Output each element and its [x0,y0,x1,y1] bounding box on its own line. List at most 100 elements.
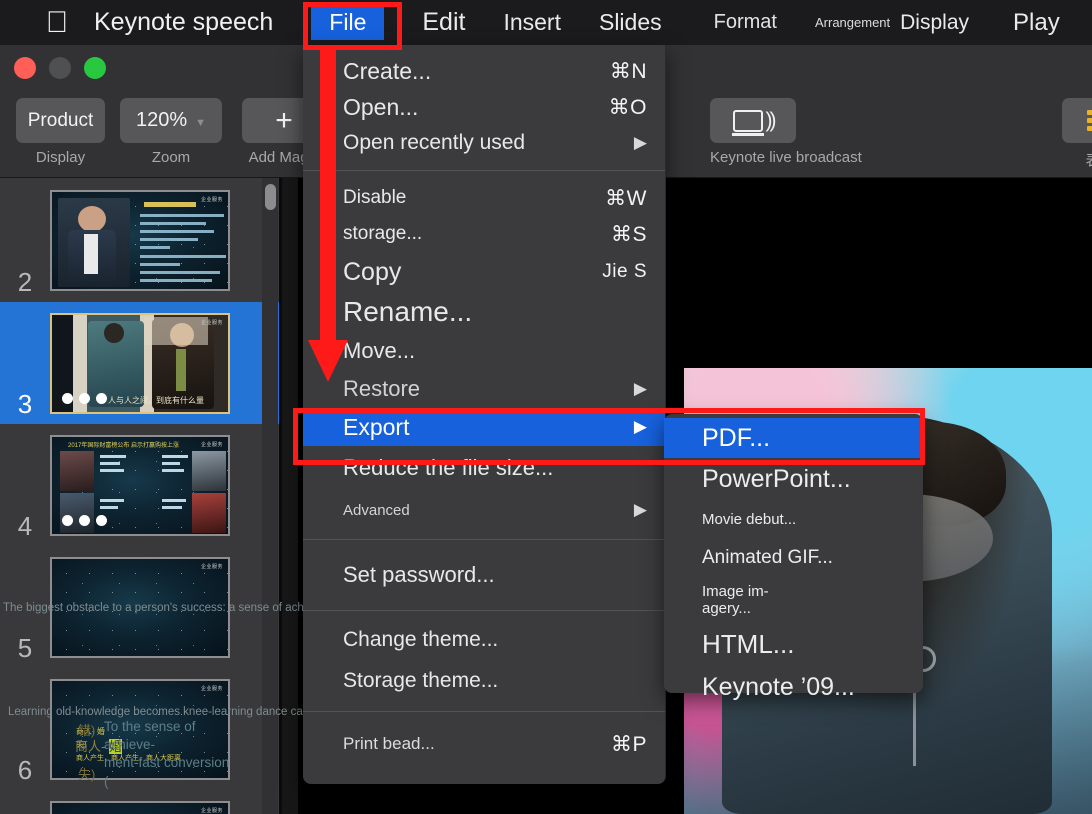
app-title: Keynote speech [94,8,273,37]
menu-bar:  Keynote speech File Edit Insert Slides… [0,0,1092,45]
menu-insert[interactable]: Insert [503,9,561,36]
apple-logo-icon[interactable]:  [34,8,80,38]
menu-display[interactable]: Display [900,11,969,35]
menu-item-label: Move... [343,338,647,364]
minimize-button[interactable] [49,57,71,79]
submenu-arrow-icon: ▶ [634,417,647,437]
menu-item-create[interactable]: Create... ⌘N [303,53,665,89]
menu-item-reduce-file-size[interactable]: Reduce the file size... [303,446,665,490]
toolbar-format-group: 表 [1062,98,1092,170]
slide-preview: 企业服务 [50,801,230,814]
menu-item-restore[interactable]: Restore ▶ [303,370,665,408]
menu-item-label: Copy [343,258,602,287]
menu-item-label: Disable [343,187,605,209]
menu-file[interactable]: File [311,5,384,40]
slide-number: 6 [0,755,50,790]
display-button[interactable]: Product [16,98,105,143]
broadcast-waves-icon: )) [766,109,774,133]
menu-item-label: storage... [343,223,611,245]
navigator-scrollbar[interactable] [262,178,278,814]
menu-item-print-bead[interactable]: Print bead... ⌘P [303,721,665,767]
menu-item-label: Set password... [343,562,647,588]
submenu-item-label: Keynote ’09... [702,673,855,702]
menu-item-label: Storage theme... [343,669,647,693]
slide-number: 4 [0,511,50,546]
menu-play[interactable]: Play [1013,9,1060,37]
menu-item-set-password[interactable]: Set password... [303,549,665,601]
menu-item-change-theme[interactable]: Change theme... [303,620,665,660]
slide-watermark: 企业服务 [201,441,223,448]
scrollbar-thumb[interactable] [265,184,276,210]
menu-item-rename[interactable]: Rename... [303,292,665,332]
slide-thumbnail-7[interactable]: 7 企业服务 [0,790,282,814]
menu-separator [303,711,665,712]
toolbar-broadcast-group: )) Keynote live broadcast [710,98,862,166]
format-panel-button[interactable] [1062,98,1092,143]
menu-item-shortcut: Jie S [602,261,647,283]
menu-item-shortcut: ⌘O [609,95,647,120]
menu-item-storage-theme[interactable]: Storage theme... [303,660,665,702]
slide-thumbnail-2[interactable]: 2 企业服务 [0,178,282,302]
menu-separator [303,610,665,611]
slide-watermark: 企业服务 [201,319,223,326]
menu-item-export[interactable]: Export ▶ [303,408,665,446]
slide-preview: 2017年国际财富榜公布 启示打赢购按上涨 企业服务 [50,435,230,536]
menu-item-shortcut: ⌘P [611,732,647,757]
slide-watermark: 企业服务 [201,807,223,814]
keynote-live-broadcast-button[interactable]: )) [710,98,796,143]
menu-item-label: Advanced [343,502,634,519]
slide-bullet-dots [62,393,107,404]
menu-item-shortcut: ⌘N [610,59,647,84]
submenu-item-keynote-09[interactable]: Keynote ’09... [664,666,923,708]
submenu-item-movie-debut[interactable]: Movie debut... [664,500,923,538]
plus-icon: + [275,104,293,138]
menu-item-disable[interactable]: Disable ⌘W [303,180,665,216]
menu-item-label: Open... [343,94,609,121]
menu-item-storage[interactable]: storage... ⌘S [303,216,665,252]
menu-item-move[interactable]: Move... [303,332,665,370]
slide-watermark: 企业服务 [201,563,223,570]
sidebar-divider [279,178,282,814]
submenu-item-animated-gif[interactable]: Animated GIF... [664,538,923,578]
menu-slides[interactable]: Slides [599,9,662,36]
zoom-dropdown[interactable]: 120% ▼ [120,98,222,143]
slide-thumbnail-5[interactable]: 5 企业服务 [0,546,282,668]
slide-bullet-dots [62,515,107,526]
zoom-button[interactable] [84,57,106,79]
menu-item-label: Reduce the file size... [343,455,647,481]
submenu-arrow-icon: ▶ [634,500,647,520]
submenu-arrow-icon: ▶ [634,379,647,399]
menu-item-copy[interactable]: Copy Jie S [303,252,665,292]
format-bars-icon [1087,110,1092,131]
menu-arrangement[interactable]: Arrangement [815,15,890,30]
slide-thumbnail-4[interactable]: 4 2017年国际财富榜公布 启示打赢购按上涨 企业服务 [0,424,282,546]
menu-format[interactable]: Format [714,11,777,34]
submenu-item-label: Animated GIF... [702,547,833,569]
overlay-translation-5: 失) [78,766,95,784]
submenu-item-label: HTML... [702,629,794,660]
menu-item-open-recently-used[interactable]: Open recently used ▶ [303,125,665,161]
submenu-item-pdf[interactable]: PDF... [664,418,923,458]
slide-thumbnail-3[interactable]: 3 人与人之间，到底有什么量 企业服务 [0,302,282,424]
submenu-item-image-imagery[interactable]: Image im-agery... [664,578,923,622]
submenu-item-html[interactable]: HTML... [664,622,923,666]
window-controls [14,57,106,79]
slide-watermark: 企业服务 [201,196,223,203]
menu-item-advanced[interactable]: Advanced ▶ [303,490,665,530]
export-submenu[interactable]: PDF... PowerPoint... Movie debut... Anim… [664,414,923,693]
slide-watermark: 企业服务 [201,685,223,692]
menu-edit[interactable]: Edit [422,8,465,37]
zoom-caption: Zoom [120,149,222,166]
screen-icon [733,110,763,132]
chevron-down-icon: ▼ [195,117,206,129]
slide-number: 5 [0,633,50,668]
close-button[interactable] [14,57,36,79]
submenu-item-label: Movie debut... [702,511,796,528]
menu-item-open[interactable]: Open... ⌘O [303,89,665,125]
slide-preview: 企业服务 [50,557,230,658]
format-caption: 表 [1062,149,1092,170]
toolbar-display-group: Product Display [16,98,105,166]
menu-item-shortcut: ⌘S [611,222,647,247]
submenu-item-powerpoint[interactable]: PowerPoint... [664,458,923,500]
file-dropdown-menu[interactable]: Create... ⌘N Open... ⌘O Open recently us… [303,45,666,784]
